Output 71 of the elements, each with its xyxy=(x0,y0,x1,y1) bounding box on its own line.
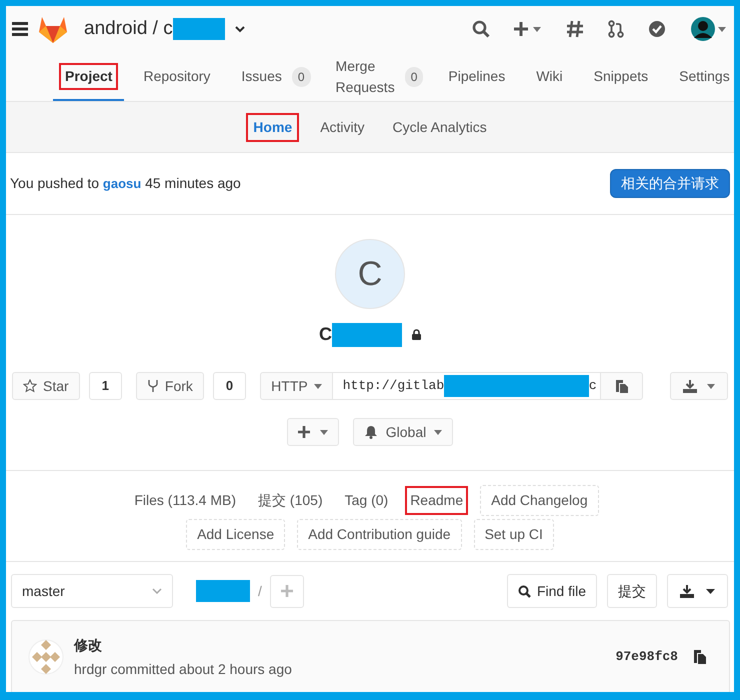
menu-icon[interactable] xyxy=(12,22,28,36)
caret-icon xyxy=(314,384,322,388)
nav-tab[interactable]: Merge Requests 0 xyxy=(324,52,430,101)
clone-url-field[interactable]: http://gitlab c xyxy=(332,372,600,400)
nav-tab[interactable]: Wiki xyxy=(524,52,575,101)
nav-tab[interactable]: Settings xyxy=(667,52,734,101)
search-icon[interactable] xyxy=(472,20,490,38)
merge-request-icon[interactable] xyxy=(608,20,624,38)
commits-button[interactable]: 提交 xyxy=(607,574,657,608)
nav-tab[interactable]: Project xyxy=(53,52,124,101)
search-icon xyxy=(518,584,531,598)
sub-tab[interactable]: Activity xyxy=(307,102,378,152)
copy-button[interactable] xyxy=(600,372,643,400)
count-badge: 0 xyxy=(404,66,424,86)
caret-icon xyxy=(706,588,715,594)
commit-author-avatar-icon xyxy=(28,639,64,675)
plus-icon[interactable] xyxy=(514,21,542,37)
hash-icon[interactable] xyxy=(566,20,584,38)
nav-tab[interactable]: Repository xyxy=(131,52,222,101)
path-separator: / xyxy=(258,582,262,600)
bell-icon xyxy=(364,425,378,439)
add-dropdown[interactable] xyxy=(286,418,339,446)
caret-icon xyxy=(320,430,328,434)
sub-tab[interactable]: Home xyxy=(240,102,306,152)
caret-icon xyxy=(707,384,715,388)
copy-icon[interactable] xyxy=(693,649,707,665)
star-button[interactable]: Star xyxy=(12,372,80,400)
project-name: C xyxy=(319,323,332,346)
push-message: You pushed to gaosu 45 minutes ago xyxy=(10,174,241,193)
chevron-down-icon xyxy=(152,588,162,594)
protocol-dropdown[interactable]: HTTP xyxy=(260,372,333,400)
add-file-link[interactable]: Add Changelog xyxy=(480,485,599,516)
stat-link[interactable]: 提交 (105) xyxy=(253,486,328,515)
count-badge: 0 xyxy=(212,372,246,400)
commit-sha: 97e98fc8 xyxy=(616,648,678,666)
count-badge: 0 xyxy=(292,66,311,86)
fork-icon xyxy=(146,379,159,393)
chevron-down-icon[interactable] xyxy=(234,26,245,32)
nav-tab[interactable]: Snippets xyxy=(582,52,660,101)
download-button[interactable] xyxy=(670,372,728,400)
copy-icon xyxy=(614,379,628,393)
sub-tab[interactable]: Cycle Analytics xyxy=(380,102,500,152)
branch-select[interactable]: master xyxy=(11,574,173,608)
breadcrumb-link[interactable]: android / c xyxy=(84,14,173,44)
nav-tab[interactable]: Issues 0 xyxy=(229,52,317,101)
user-avatar-icon[interactable] xyxy=(690,16,726,42)
notification-dropdown[interactable]: Global xyxy=(352,418,454,446)
stat-link[interactable]: Tag (0) xyxy=(340,486,394,515)
star-icon xyxy=(23,379,37,393)
nav-tab[interactable]: Pipelines xyxy=(436,52,518,101)
fox-logo-icon[interactable] xyxy=(38,15,68,43)
download-icon xyxy=(680,584,694,598)
stat-link[interactable]: Readme xyxy=(405,486,468,515)
branch-link[interactable]: gaosu xyxy=(102,176,142,191)
download-button[interactable] xyxy=(667,574,728,608)
fork-button[interactable]: Fork xyxy=(136,372,204,400)
add-file-link[interactable]: Set up CI xyxy=(474,519,554,550)
plus-icon xyxy=(280,585,293,597)
commit-title-link[interactable]: 修改 xyxy=(74,634,292,656)
project-avatar: C xyxy=(335,239,405,309)
commit-meta: hrdgr committed about 2 hours ago xyxy=(74,660,292,679)
caret-icon xyxy=(434,430,442,434)
add-file-link[interactable]: Add Contribution guide xyxy=(297,519,462,550)
find-file-button[interactable]: Find file xyxy=(506,574,597,608)
download-icon xyxy=(683,380,697,392)
stat-link[interactable]: Files (113.4 MB) xyxy=(129,486,242,515)
add-file-link[interactable]: Add License xyxy=(186,519,286,550)
check-circle-icon[interactable] xyxy=(648,20,666,38)
plus-icon xyxy=(298,426,310,438)
merge-requests-button[interactable]: 相关的合并请求 xyxy=(610,169,730,198)
count-badge: 1 xyxy=(88,372,122,400)
